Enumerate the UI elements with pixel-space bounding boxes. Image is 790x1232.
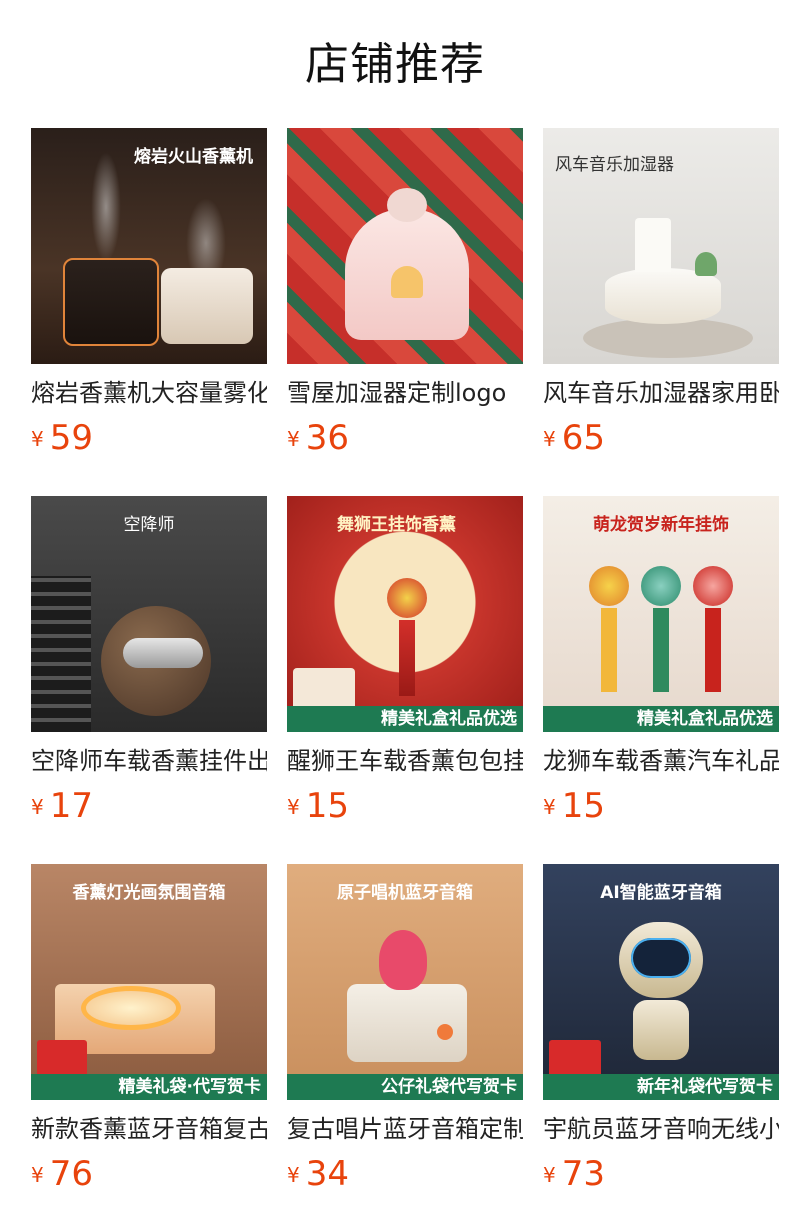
product-card[interactable]: 舞狮王挂饰香薰 精美礼盒礼品优选 醒狮王车载香薰包包挂 ¥15 (287, 496, 523, 864)
product-price: ¥34 (287, 1152, 349, 1196)
product-image[interactable]: 萌龙贺岁新年挂饰 精美礼盒礼品优选 (543, 496, 779, 732)
snow-house-window (391, 266, 423, 298)
windmill-house (635, 218, 671, 272)
product-image-tag: 原子唱机蓝牙音箱 (337, 883, 473, 903)
product-image-tag: 熔岩火山香薰机 (134, 147, 253, 167)
product-name[interactable]: 龙狮车载香薰汽车礼品 (543, 744, 779, 778)
product-name[interactable]: 空降师车载香薰挂件出 (31, 744, 267, 778)
tassel-yellow (601, 608, 617, 692)
product-name[interactable]: 风车音乐加湿器家用卧 (543, 376, 779, 410)
product-image-banner: 精美礼盒礼品优选 (543, 706, 779, 732)
product-card[interactable]: 风车音乐加湿器 风车音乐加湿器家用卧 ¥65 (543, 128, 779, 496)
product-card[interactable]: 萌龙贺岁新年挂饰 精美礼盒礼品优选 龙狮车载香薰汽车礼品 ¥15 (543, 496, 779, 864)
page-title: 店铺推荐 (305, 39, 485, 90)
product-price: ¥76 (31, 1152, 93, 1196)
steam-shape (91, 152, 121, 262)
product-price: ¥73 (543, 1152, 605, 1196)
product-image[interactable]: 原子唱机蓝牙音箱 公仔礼袋代写贺卡 (287, 864, 523, 1100)
product-image[interactable]: AI智能蓝牙音箱 新年礼袋代写贺卡 (543, 864, 779, 1100)
price-value: 76 (49, 1154, 93, 1194)
store-recommend-page: 店铺推荐 熔岩火山香薰机 熔岩香薰机大容量雾化 ¥59 雪屋加湿器定制logo (0, 0, 790, 1232)
lion-head-ornament (387, 578, 427, 618)
product-image-tag: AI智能蓝牙音箱 (600, 883, 722, 903)
astronaut-visor (631, 938, 691, 978)
product-name[interactable]: 熔岩香薰机大容量雾化 (31, 376, 267, 410)
product-image[interactable] (287, 128, 523, 364)
product-image[interactable]: 风车音乐加湿器 (543, 128, 779, 364)
product-image-tag: 香薰灯光画氛围音箱 (72, 883, 226, 903)
product-image[interactable]: 舞狮王挂饰香薰 精美礼盒礼品优选 (287, 496, 523, 732)
price-currency: ¥ (543, 795, 556, 819)
record-player-speaker (347, 984, 467, 1062)
price-currency: ¥ (543, 1163, 556, 1187)
price-currency: ¥ (287, 427, 300, 451)
product-grid: 熔岩火山香薰机 熔岩香薰机大容量雾化 ¥59 雪屋加湿器定制logo ¥36 风… (31, 128, 790, 1232)
price-value: 73 (561, 1154, 605, 1194)
product-price: ¥15 (543, 784, 605, 828)
product-image-tag: 舞狮王挂饰香薰 (337, 515, 456, 535)
product-price: ¥65 (543, 416, 605, 460)
product-image[interactable]: 熔岩火山香薰机 (31, 128, 267, 364)
product-card[interactable]: 雪屋加湿器定制logo ¥36 (287, 128, 523, 496)
air-vent (31, 576, 91, 732)
product-image-tag: 风车音乐加湿器 (555, 155, 674, 175)
price-value: 65 (561, 418, 605, 458)
price-value: 59 (49, 418, 93, 458)
product-price: ¥17 (31, 784, 93, 828)
glowing-ring (81, 986, 181, 1030)
product-price: ¥59 (31, 416, 93, 460)
product-price: ¥36 (287, 416, 349, 460)
product-image-banner: 精美礼袋·代写贺卡 (31, 1074, 267, 1100)
product-image-banner: 精美礼盒礼品优选 (287, 706, 523, 732)
product-card[interactable]: 原子唱机蓝牙音箱 公仔礼袋代写贺卡 复古唱片蓝牙音箱定制 ¥34 (287, 864, 523, 1232)
lion-ornament-green (641, 566, 681, 606)
product-name[interactable]: 醒狮王车载香薰包包挂 (287, 744, 523, 778)
product-image[interactable]: 香薰灯光画氛围音箱 精美礼袋·代写贺卡 (31, 864, 267, 1100)
lion-ornament-red (693, 566, 733, 606)
price-value: 36 (305, 418, 349, 458)
product-image[interactable]: 空降师 (31, 496, 267, 732)
goggles (123, 638, 203, 668)
product-image-tag: 空降师 (123, 515, 175, 535)
diffuser-dark (63, 258, 159, 346)
product-card[interactable]: AI智能蓝牙音箱 新年礼袋代写贺卡 宇航员蓝牙音响无线小 ¥73 (543, 864, 779, 1232)
red-tassel (399, 620, 415, 696)
price-currency: ¥ (543, 427, 556, 451)
product-name[interactable]: 宇航员蓝牙音响无线小 (543, 1112, 779, 1146)
product-name[interactable]: 复古唱片蓝牙音箱定制 (287, 1112, 523, 1146)
price-currency: ¥ (287, 795, 300, 819)
product-image-banner: 新年礼袋代写贺卡 (543, 1074, 779, 1100)
product-card[interactable]: 熔岩火山香薰机 熔岩香薰机大容量雾化 ¥59 (31, 128, 267, 496)
product-price: ¥15 (287, 784, 349, 828)
product-image-tag: 萌龙贺岁新年挂饰 (593, 515, 729, 535)
price-value: 34 (305, 1154, 349, 1194)
price-currency: ¥ (31, 795, 44, 819)
product-image-banner: 公仔礼袋代写贺卡 (287, 1074, 523, 1100)
price-value: 15 (305, 786, 349, 826)
product-name[interactable]: 新款香薰蓝牙音箱复古 (31, 1112, 267, 1146)
tree-figure (695, 252, 717, 276)
product-card[interactable]: 香薰灯光画氛围音箱 精美礼袋·代写贺卡 新款香薰蓝牙音箱复古 ¥76 (31, 864, 267, 1232)
humidifier-body (605, 268, 721, 324)
product-card[interactable]: 空降师 空降师车载香薰挂件出 ¥17 (31, 496, 267, 864)
lion-ornament-yellow (589, 566, 629, 606)
product-name[interactable]: 雪屋加湿器定制logo (287, 376, 523, 410)
speaker-knob (437, 1024, 453, 1040)
astronaut-body (633, 1000, 689, 1060)
price-currency: ¥ (31, 427, 44, 451)
price-currency: ¥ (31, 1163, 44, 1187)
tassel-green (653, 608, 669, 692)
price-currency: ¥ (287, 1163, 300, 1187)
diffuser-light (161, 268, 253, 344)
bear-figure (387, 188, 427, 222)
price-value: 17 (49, 786, 93, 826)
bear-figure (379, 930, 427, 990)
tassel-red (705, 608, 721, 692)
table-base (583, 318, 753, 358)
price-value: 15 (561, 786, 605, 826)
